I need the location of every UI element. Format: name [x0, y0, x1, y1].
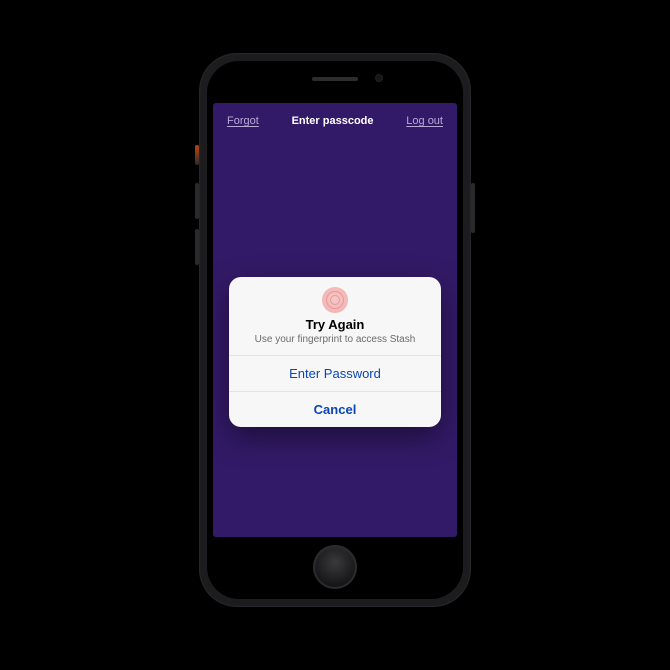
alert-head: Try Again Use your fingerprint to access… [229, 313, 441, 355]
cancel-button[interactable]: Cancel [229, 392, 441, 427]
power-button [471, 183, 475, 233]
mute-switch [195, 145, 199, 165]
alert-title: Try Again [245, 317, 425, 332]
app-screen: Forgot Enter passcode Log out Try Again … [213, 103, 457, 537]
alert-row-cancel: Cancel [229, 391, 441, 427]
alert-icon-wrap [229, 277, 441, 313]
forgot-link[interactable]: Forgot [227, 115, 259, 127]
front-camera [375, 74, 383, 82]
volume-up-button [195, 183, 199, 219]
phone-frame: Forgot Enter passcode Log out Try Again … [199, 53, 471, 607]
phone-bezel: Forgot Enter passcode Log out Try Again … [207, 61, 463, 599]
enter-password-button[interactable]: Enter Password [229, 356, 441, 391]
touch-id-alert: Try Again Use your fingerprint to access… [229, 277, 441, 427]
volume-down-button [195, 229, 199, 265]
home-button[interactable] [313, 545, 357, 589]
stage: Forgot Enter passcode Log out Try Again … [0, 0, 670, 670]
top-bar: Forgot Enter passcode Log out [213, 103, 457, 127]
alert-row-enter-password: Enter Password [229, 355, 441, 391]
earpiece-speaker [312, 77, 358, 81]
touch-id-icon [322, 287, 348, 313]
alert-message: Use your fingerprint to access Stash [245, 334, 425, 345]
page-title: Enter passcode [292, 115, 374, 127]
logout-link[interactable]: Log out [406, 115, 443, 127]
